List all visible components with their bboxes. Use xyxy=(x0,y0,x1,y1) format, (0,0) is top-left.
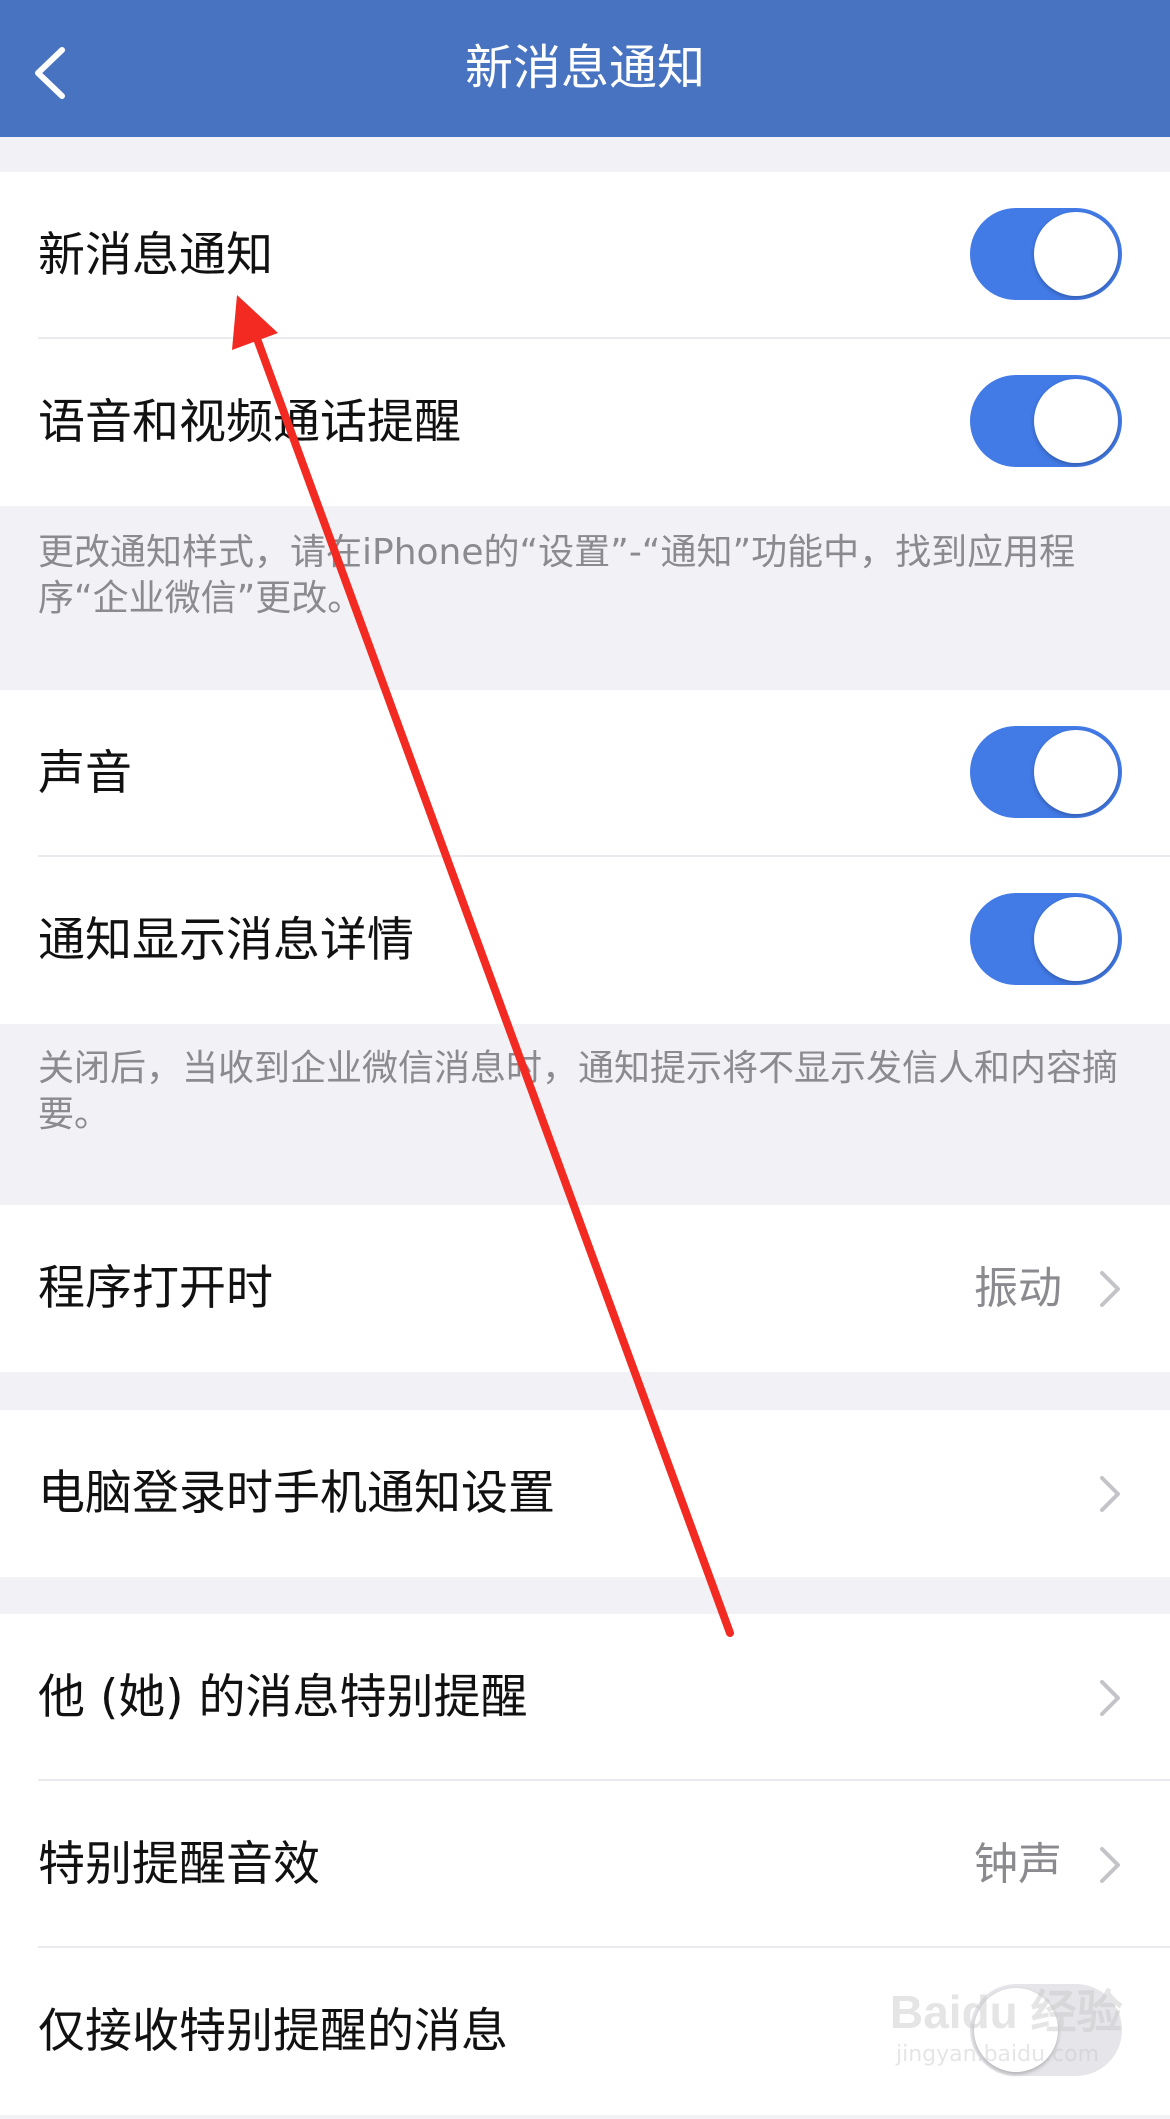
setting-label: 程序打开时 xyxy=(38,1261,273,1316)
setting-label: 声音 xyxy=(38,746,132,801)
call-reminder-toggle[interactable] xyxy=(970,375,1122,467)
setting-row-sound[interactable]: 声音 xyxy=(0,690,1170,857)
navigation-bar: 新消息通知 xyxy=(0,0,1170,137)
setting-label: 通知显示消息详情 xyxy=(38,913,414,968)
setting-row-desktop-login-notification[interactable]: 电脑登录时手机通知设置 xyxy=(0,1410,1170,1577)
chevron-right-icon xyxy=(1100,1680,1120,1716)
watermark-url: jingyan.baidu.com xyxy=(896,2042,1100,2067)
show-message-details-toggle[interactable] xyxy=(970,893,1122,985)
setting-row-call-reminder[interactable]: 语音和视频通话提醒 xyxy=(0,339,1170,506)
sound-toggle[interactable] xyxy=(970,726,1122,818)
setting-label: 他 (她) 的消息特别提醒 xyxy=(38,1670,528,1725)
toggle-knob xyxy=(1034,730,1118,814)
message-details-hint: 关闭后，当收到企业微信消息时，通知提示将不显示发信人和内容摘要。 xyxy=(38,1048,1119,1135)
toggle-knob xyxy=(1034,379,1118,463)
chevron-right-icon xyxy=(1100,1476,1120,1512)
baidu-watermark: Baidu 经验 jingyan.baidu.com xyxy=(890,1972,1150,2082)
setting-value: 钟声 xyxy=(974,1839,1062,1890)
setting-row-show-message-details[interactable]: 通知显示消息详情 xyxy=(0,857,1170,1024)
watermark-logo-text: Baidu 经验 xyxy=(890,1986,1123,2038)
notification-style-hint: 更改通知样式，请在iPhone的“设置”-“通知”功能中，找到应用程序“企业微信… xyxy=(38,532,1076,619)
setting-label: 语音和视频通话提醒 xyxy=(38,395,461,450)
setting-value: 振动 xyxy=(974,1263,1062,1314)
setting-label: 新消息通知 xyxy=(38,228,273,283)
setting-row-new-message-notification[interactable]: 新消息通知 xyxy=(0,172,1170,339)
toggle-knob xyxy=(1034,212,1118,296)
new-message-notification-toggle[interactable] xyxy=(970,208,1122,300)
setting-label: 特别提醒音效 xyxy=(38,1837,320,1892)
setting-row-reminder-sound[interactable]: 特别提醒音效 钟声 xyxy=(0,1781,1170,1948)
setting-row-when-app-open[interactable]: 程序打开时 振动 xyxy=(0,1205,1170,1372)
chevron-right-icon xyxy=(1100,1847,1120,1883)
setting-label: 仅接收特别提醒的消息 xyxy=(38,2004,508,2059)
chevron-right-icon xyxy=(1100,1271,1120,1307)
setting-row-special-reminder[interactable]: 他 (她) 的消息特别提醒 xyxy=(0,1614,1170,1781)
setting-label: 电脑登录时手机通知设置 xyxy=(38,1466,555,1521)
page-title: 新消息通知 xyxy=(464,40,705,96)
toggle-knob xyxy=(1034,897,1118,981)
